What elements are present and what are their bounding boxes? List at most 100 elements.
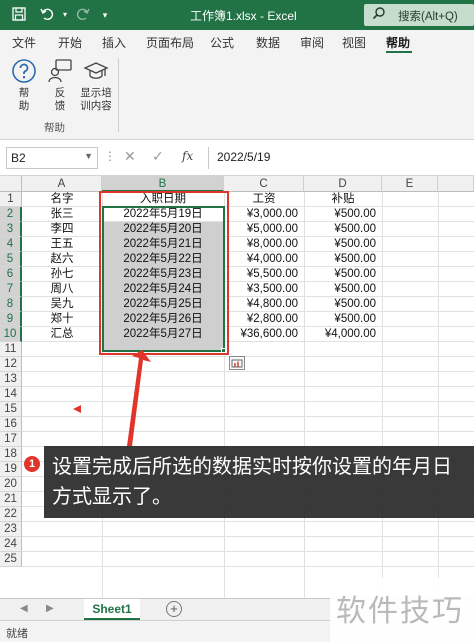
row-header-2[interactable]: 2 bbox=[0, 207, 22, 222]
cell-d6[interactable]: ¥500.00 bbox=[304, 267, 382, 282]
chevron-down-icon[interactable]: ▼ bbox=[84, 151, 93, 161]
feedback-person-icon bbox=[47, 58, 73, 84]
tab-data[interactable]: 数据 bbox=[256, 34, 280, 51]
cell-d9[interactable]: ¥500.00 bbox=[304, 312, 382, 327]
row-header-17[interactable]: 17 bbox=[0, 432, 22, 447]
cell-c5[interactable]: ¥4,000.00 bbox=[224, 252, 304, 267]
row-header-9[interactable]: 9 bbox=[0, 312, 22, 327]
row-header-14[interactable]: 14 bbox=[0, 387, 22, 402]
cell-a6[interactable]: 孙七 bbox=[22, 267, 102, 282]
column-header-a[interactable]: A bbox=[22, 176, 102, 192]
cell-c2[interactable]: ¥3,000.00 bbox=[224, 207, 304, 222]
cell-d10[interactable]: ¥4,000.00 bbox=[304, 327, 382, 342]
cell-d8[interactable]: ¥500.00 bbox=[304, 297, 382, 312]
row-header-21[interactable]: 21 bbox=[0, 492, 22, 507]
name-box[interactable]: B2 ▼ bbox=[6, 147, 98, 169]
select-all-corner[interactable] bbox=[0, 176, 22, 192]
cell-c3[interactable]: ¥5,000.00 bbox=[224, 222, 304, 237]
name-box-value: B2 bbox=[11, 151, 26, 165]
row-header-22[interactable]: 22 bbox=[0, 507, 22, 522]
row-header-15[interactable]: 15 bbox=[0, 402, 22, 417]
scroll-left-icon[interactable]: ◀ bbox=[20, 603, 28, 614]
tab-insert[interactable]: 插入 bbox=[102, 34, 126, 51]
row-header-18[interactable]: 18 bbox=[0, 447, 22, 462]
grid-hline bbox=[22, 356, 474, 357]
tab-formulas[interactable]: 公式 bbox=[210, 34, 234, 51]
column-header-b[interactable]: B bbox=[102, 176, 224, 192]
cell-d4[interactable]: ¥500.00 bbox=[304, 237, 382, 252]
cell-d2[interactable]: ¥500.00 bbox=[304, 207, 382, 222]
tab-home[interactable]: 开始 bbox=[58, 34, 82, 51]
worksheet-grid[interactable]: A B C D E 1 2 3 4 5 6 7 8 9 10 11 12 13 14 15 16 17 18 19 2… bbox=[0, 176, 474, 598]
row-header-4[interactable]: 4 bbox=[0, 237, 22, 252]
column-header-c[interactable]: C bbox=[224, 176, 304, 192]
row-header-3[interactable]: 3 bbox=[0, 222, 22, 237]
grid-hline bbox=[22, 416, 474, 417]
row-header-25[interactable]: 25 bbox=[0, 552, 22, 567]
undo-icon[interactable] bbox=[38, 6, 56, 24]
cell-c6[interactable]: ¥5,500.00 bbox=[224, 267, 304, 282]
row-header-1[interactable]: 1 bbox=[0, 192, 22, 207]
cell-c10[interactable]: ¥36,600.00 bbox=[224, 327, 304, 342]
row-header-11[interactable]: 11 bbox=[0, 342, 22, 357]
help-button[interactable]: 帮 助 bbox=[10, 58, 38, 113]
cell-a7[interactable]: 周八 bbox=[22, 282, 102, 297]
undo-dropdown-icon[interactable]: ▾ bbox=[56, 6, 74, 24]
tab-help[interactable]: 帮助 bbox=[386, 34, 410, 51]
quick-analysis-icon[interactable] bbox=[229, 356, 245, 370]
show-training-button[interactable]: 显示培 训内容 bbox=[76, 58, 116, 113]
cell-a1[interactable]: 名字 bbox=[22, 192, 102, 207]
row-header-19[interactable]: 19 bbox=[0, 462, 22, 477]
cancel-icon[interactable]: ✕ bbox=[124, 148, 136, 165]
enter-check-icon[interactable]: ✓ bbox=[152, 148, 164, 165]
add-sheet-icon[interactable]: + bbox=[166, 601, 182, 617]
cell-a5[interactable]: 赵六 bbox=[22, 252, 102, 267]
cell-a4[interactable]: 王五 bbox=[22, 237, 102, 252]
row-header-12[interactable]: 12 bbox=[0, 357, 22, 372]
row-header-16[interactable]: 16 bbox=[0, 417, 22, 432]
formula-input[interactable]: 2022/5/19 bbox=[208, 147, 470, 169]
cell-d3[interactable]: ¥500.00 bbox=[304, 222, 382, 237]
row-header-5[interactable]: 5 bbox=[0, 252, 22, 267]
customize-toolbar-icon[interactable]: ▾ bbox=[96, 6, 114, 24]
feedback-button[interactable]: 反 馈 bbox=[46, 58, 74, 113]
row-header-13[interactable]: 13 bbox=[0, 372, 22, 387]
cell-c4[interactable]: ¥8,000.00 bbox=[224, 237, 304, 252]
cell-d7[interactable]: ¥500.00 bbox=[304, 282, 382, 297]
cell-a8[interactable]: 吴九 bbox=[22, 297, 102, 312]
tab-page-layout[interactable]: 页面布局 bbox=[146, 34, 194, 51]
help-circle-icon bbox=[11, 58, 37, 84]
row-header-7[interactable]: 7 bbox=[0, 282, 22, 297]
cell-c1[interactable]: 工资 bbox=[224, 192, 304, 207]
column-header-f[interactable] bbox=[438, 176, 474, 192]
cell-c9[interactable]: ¥2,800.00 bbox=[224, 312, 304, 327]
cell-c7[interactable]: ¥3,500.00 bbox=[224, 282, 304, 297]
cell-a10[interactable]: 汇总 bbox=[22, 327, 102, 342]
cell-d5[interactable]: ¥500.00 bbox=[304, 252, 382, 267]
tab-file[interactable]: 文件 bbox=[12, 34, 36, 51]
scroll-right-icon[interactable]: ▶ bbox=[46, 603, 54, 614]
cell-c8[interactable]: ¥4,800.00 bbox=[224, 297, 304, 312]
row-header-23[interactable]: 23 bbox=[0, 522, 22, 537]
tab-view[interactable]: 视图 bbox=[342, 34, 366, 51]
row-header-8[interactable]: 8 bbox=[0, 297, 22, 312]
cell-a9[interactable]: 郑十 bbox=[22, 312, 102, 327]
more-options-icon[interactable]: ⋮ bbox=[104, 149, 116, 163]
column-header-d[interactable]: D bbox=[304, 176, 382, 192]
cell-d1[interactable]: 补贴 bbox=[304, 192, 382, 207]
row-header-20[interactable]: 20 bbox=[0, 477, 22, 492]
tab-review[interactable]: 审阅 bbox=[300, 34, 324, 51]
window-title: 工作簿1.xlsx - Excel bbox=[190, 9, 297, 23]
cell-a2[interactable]: 张三 bbox=[22, 207, 102, 222]
search-box[interactable]: 搜索(Alt+Q) bbox=[364, 4, 474, 26]
row-header-10[interactable]: 10 bbox=[0, 327, 22, 342]
row-header-24[interactable]: 24 bbox=[0, 537, 22, 552]
column-header-e[interactable]: E bbox=[382, 176, 438, 192]
save-icon[interactable] bbox=[10, 6, 28, 24]
sheet-tab-sheet1[interactable]: Sheet1 bbox=[84, 599, 140, 620]
step-number-badge: 1 bbox=[24, 456, 40, 472]
redo-icon[interactable] bbox=[74, 6, 92, 24]
row-header-6[interactable]: 6 bbox=[0, 267, 22, 282]
insert-function-icon[interactable]: fx bbox=[182, 149, 193, 163]
cell-a3[interactable]: 李四 bbox=[22, 222, 102, 237]
